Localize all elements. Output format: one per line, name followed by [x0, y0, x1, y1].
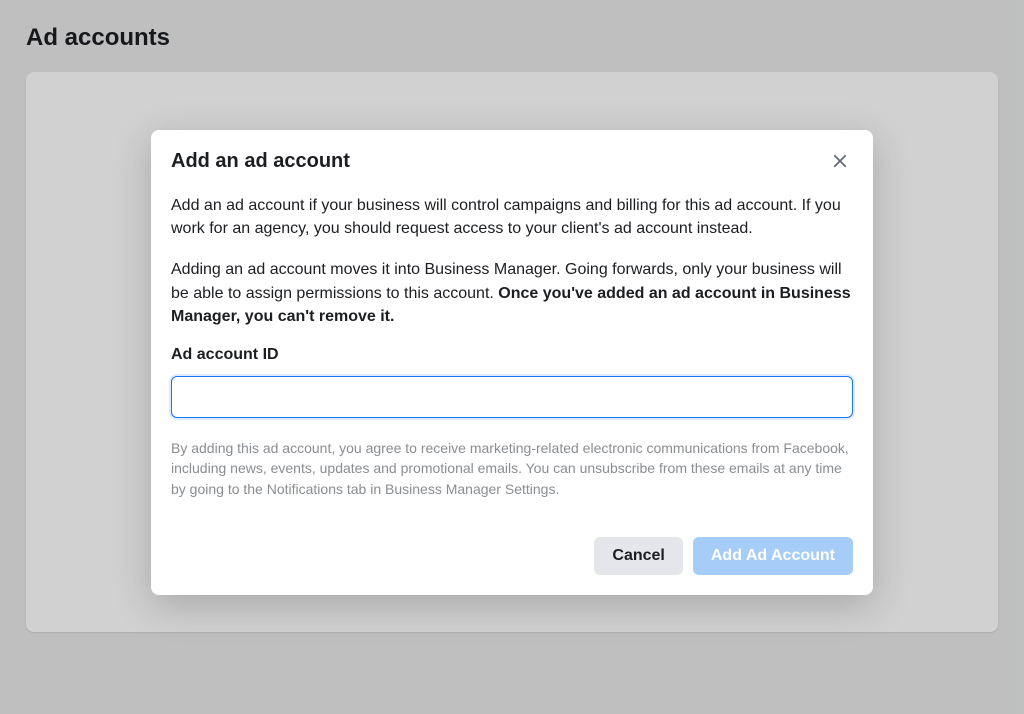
close-button[interactable]: [827, 148, 853, 174]
modal-footer: Cancel Add Ad Account: [151, 537, 873, 595]
modal-overlay[interactable]: Add an ad account Add an ad account if y…: [0, 0, 1024, 714]
legal-fineprint: By adding this ad account, you agree to …: [171, 438, 853, 499]
add-ad-account-modal: Add an ad account Add an ad account if y…: [151, 130, 873, 595]
modal-description-1: Add an ad account if your business will …: [171, 194, 853, 240]
ad-account-id-label: Ad account ID: [171, 346, 853, 364]
modal-body: Add an ad account if your business will …: [151, 184, 873, 537]
cancel-button[interactable]: Cancel: [594, 537, 682, 575]
modal-description-2: Adding an ad account moves it into Busin…: [171, 258, 853, 328]
ad-account-id-input[interactable]: [171, 376, 853, 418]
modal-header: Add an ad account: [151, 130, 873, 184]
add-ad-account-button[interactable]: Add Ad Account: [693, 537, 853, 575]
modal-title: Add an ad account: [171, 150, 350, 173]
close-icon: [831, 152, 849, 170]
